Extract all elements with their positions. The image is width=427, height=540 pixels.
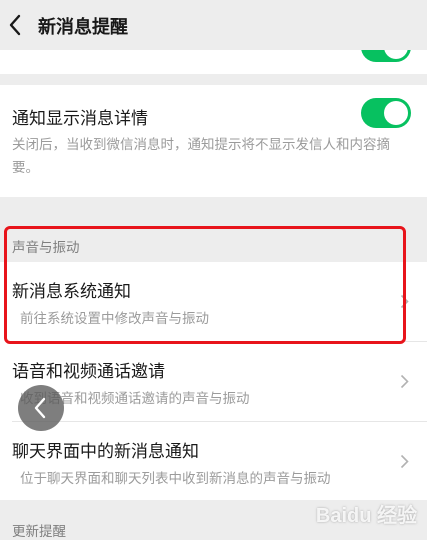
watermark: Baidu 经验 bbox=[315, 505, 417, 527]
notification-detail-title: 通知显示消息详情 bbox=[12, 109, 148, 129]
sound-item-chat-notification[interactable]: 聊天界面中的新消息通知 位于聊天界面和聊天列表中收到新消息的声音与振动 bbox=[0, 422, 427, 500]
sound-item-title: 语音和视频通话邀请 bbox=[12, 362, 165, 382]
sound-item-description: 位于聊天界面和聊天列表中收到新消息的声音与振动 bbox=[20, 471, 331, 487]
chevron-left-icon bbox=[34, 397, 46, 419]
sound-item-call-invitation[interactable]: 语音和视频通话邀请 收到语音和视频通话邀请的声音与振动 bbox=[0, 342, 427, 421]
notification-detail-card: 通知显示消息详情 关闭后，当收到微信消息时，通知提示将不显示发信人和内容摘要。 bbox=[0, 85, 427, 197]
notification-detail-description: 关闭后，当收到微信消息时，通知提示将不显示发信人和内容摘要。 bbox=[12, 137, 390, 176]
page-title: 新消息提醒 bbox=[38, 17, 128, 38]
sound-item-title: 聊天界面中的新消息通知 bbox=[12, 442, 199, 462]
chevron-right-icon bbox=[400, 374, 409, 389]
top-bar: 新消息提醒 bbox=[0, 0, 427, 50]
chevron-right-icon bbox=[400, 454, 409, 469]
floating-back-button[interactable] bbox=[18, 385, 64, 431]
toggle-knob bbox=[384, 101, 408, 125]
notification-detail-toggle[interactable] bbox=[361, 98, 411, 128]
chevron-left-icon[interactable] bbox=[8, 14, 22, 36]
highlight-annotation bbox=[4, 226, 406, 344]
section-label-update: 更新提醒 bbox=[12, 524, 66, 540]
